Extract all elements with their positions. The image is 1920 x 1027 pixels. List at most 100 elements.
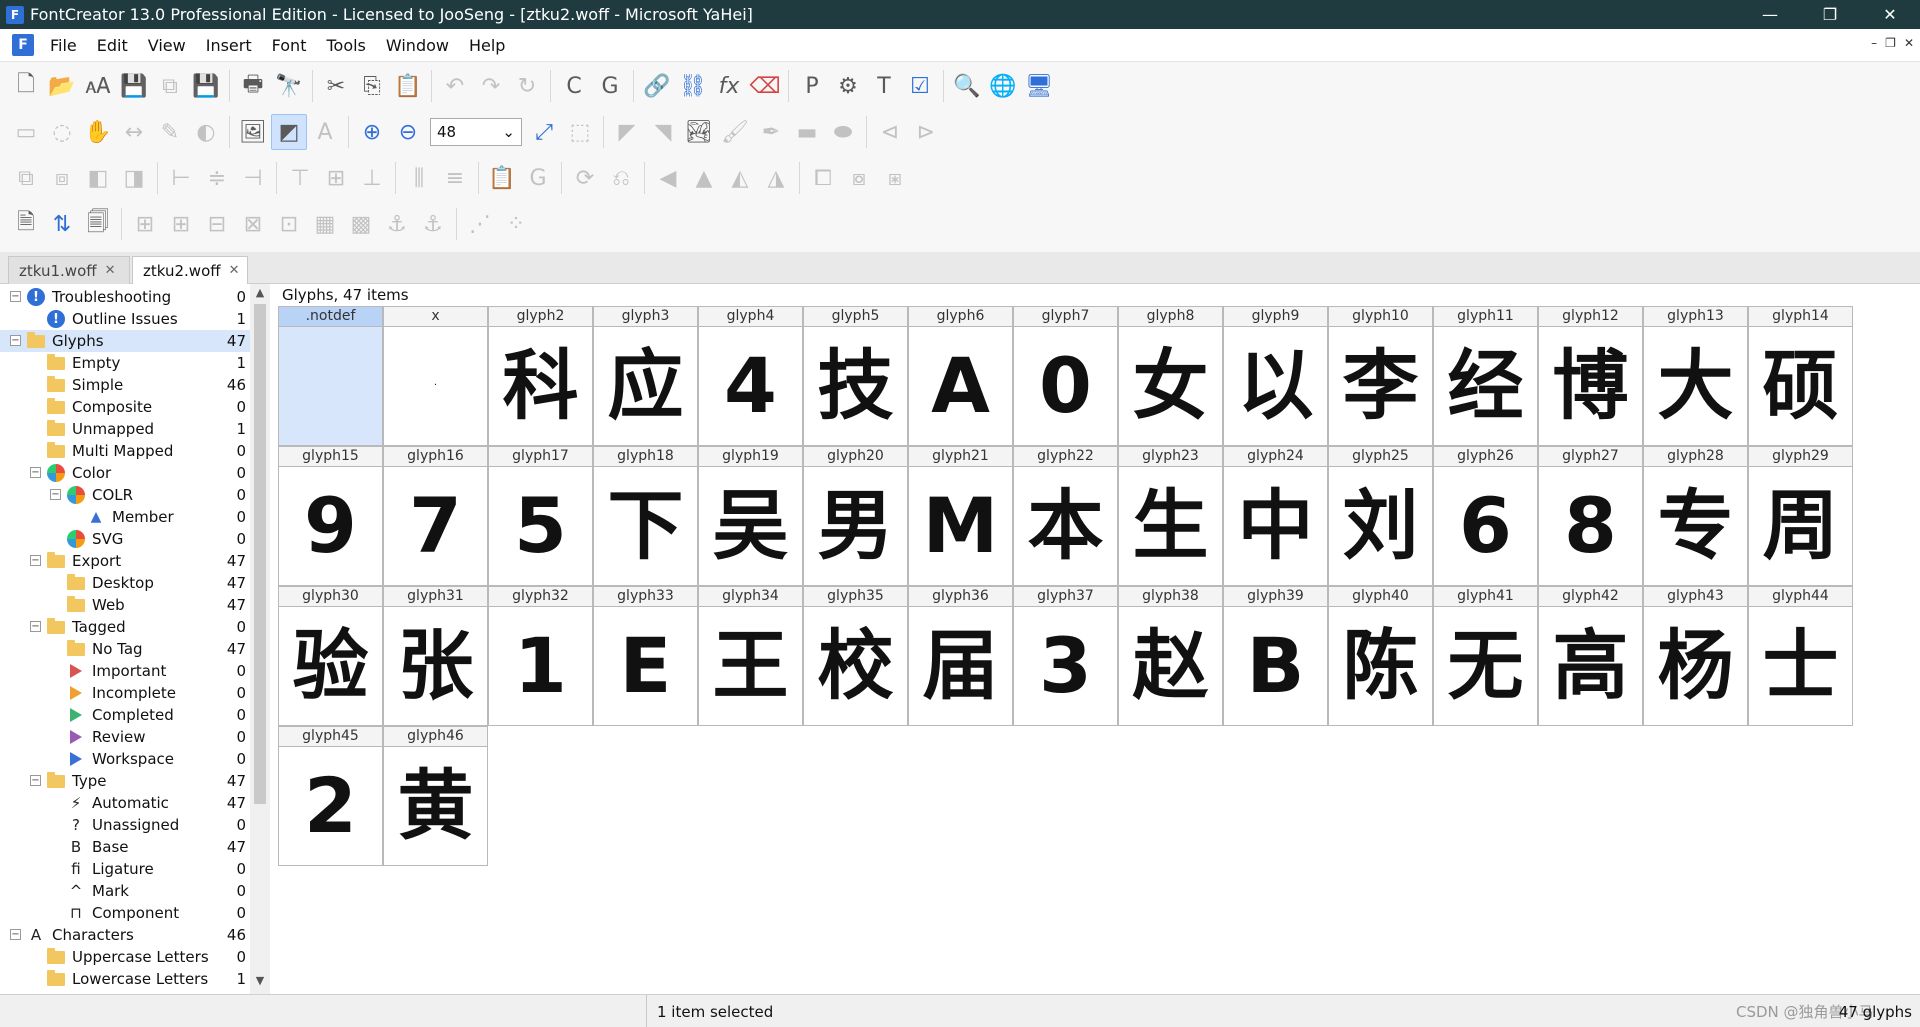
eraser-icon[interactable]: ⌫ <box>747 68 783 104</box>
intersect-icon[interactable]: ⧇ <box>841 160 877 196</box>
table-lock-icon[interactable]: ⊡ <box>271 206 307 242</box>
glyph-cell[interactable]: glyph43 杨 <box>1643 586 1748 726</box>
glyph-cell[interactable]: glyph9 以 <box>1223 306 1328 446</box>
restore-button[interactable]: ❐ <box>1800 0 1860 29</box>
glyph-cell[interactable]: glyph3 应 <box>593 306 698 446</box>
tree-item[interactable]: ^ Mark 0 <box>0 880 250 902</box>
tree-item[interactable]: Incomplete 0 <box>0 682 250 704</box>
close-button[interactable]: ✕ <box>1860 0 1920 29</box>
align-left-icon[interactable]: ⊢ <box>163 160 199 196</box>
new-font-icon[interactable]: 🗋 <box>8 68 44 104</box>
zoom-select[interactable]: 48 ⌄ <box>430 118 522 146</box>
insert-glyphs-icon[interactable]: G <box>592 68 628 104</box>
glyph-cell[interactable]: glyph15 9 <box>278 446 383 586</box>
tree-item[interactable]: Web 47 <box>0 594 250 616</box>
settings-icon[interactable]: ⚙ <box>830 68 866 104</box>
glyph-cell[interactable]: glyph44 士 <box>1748 586 1853 726</box>
table-link-icon[interactable]: ⊠ <box>235 206 271 242</box>
web-preview-icon[interactable]: 🌐 <box>985 68 1021 104</box>
copy-icon[interactable]: ⎘ <box>354 68 390 104</box>
glyph-cell[interactable]: glyph6 A <box>908 306 1013 446</box>
glyph-cell[interactable]: glyph36 届 <box>908 586 1013 726</box>
grid-lock-icon[interactable]: ▩ <box>343 206 379 242</box>
corner-icon[interactable]: ◤ <box>609 114 645 150</box>
glyph-cell[interactable]: glyph26 6 <box>1433 446 1538 586</box>
glyph-cell[interactable]: glyph5 技 <box>803 306 908 446</box>
menu-window[interactable]: Window <box>376 36 459 55</box>
glyph-cell[interactable]: glyph20 男 <box>803 446 908 586</box>
tree-item[interactable]: fi Ligature 0 <box>0 858 250 880</box>
undo-icon[interactable]: ↶ <box>437 68 473 104</box>
repeat-icon[interactable]: ↻ <box>509 68 545 104</box>
table-col-icon[interactable]: ⊟ <box>199 206 235 242</box>
distribute-h-icon[interactable]: ⫼ <box>401 160 437 196</box>
glyph-cell[interactable]: glyph27 8 <box>1538 446 1643 586</box>
align-center-icon[interactable]: ≑ <box>199 160 235 196</box>
print-icon[interactable]: 🖶 <box>235 68 271 104</box>
tree-item[interactable]: ? Unassigned 0 <box>0 814 250 836</box>
tree-item[interactable]: −! Troubleshooting 0 <box>0 286 250 308</box>
union-icon[interactable]: ⧠ <box>805 160 841 196</box>
glyph-cell[interactable]: glyph22 本 <box>1013 446 1118 586</box>
glyph-cell[interactable]: glyph41 无 <box>1433 586 1538 726</box>
save-icon[interactable]: 💾 <box>116 68 152 104</box>
scroll-thumb[interactable] <box>254 304 266 804</box>
glyph-cell[interactable]: glyph38 赵 <box>1118 586 1223 726</box>
minimize-button[interactable]: — <box>1740 0 1800 29</box>
glyph-cell[interactable]: glyph16 7 <box>383 446 488 586</box>
brush-icon[interactable]: 🖌 <box>717 114 753 150</box>
find-icon[interactable]: 🔭 <box>271 68 307 104</box>
pen-icon[interactable]: ✒ <box>753 114 789 150</box>
fit-icon[interactable]: ⤢ <box>526 114 562 150</box>
tree-item[interactable]: Completed 0 <box>0 704 250 726</box>
measure-icon[interactable]: ↔ <box>116 114 152 150</box>
tree-item[interactable]: ⊓ Component 0 <box>0 902 250 924</box>
points-icon[interactable]: ⁘ <box>498 206 534 242</box>
rotate-icon[interactable]: ⟳ <box>567 160 603 196</box>
open-icon[interactable]: 📂 <box>44 68 80 104</box>
tree-item[interactable]: − Export 47 <box>0 550 250 572</box>
glyph-cell[interactable]: glyph8 女 <box>1118 306 1223 446</box>
menu-font[interactable]: Font <box>262 36 317 55</box>
tree-item[interactable]: Empty 1 <box>0 352 250 374</box>
tree-item[interactable]: Workspace 0 <box>0 748 250 770</box>
tree-scrollbar[interactable]: ▲ ▼ <box>250 284 270 994</box>
menu-view[interactable]: View <box>138 36 196 55</box>
image-icon[interactable]: 🏞 <box>681 114 717 150</box>
glyph-cell[interactable]: glyph33 E <box>593 586 698 726</box>
glyph-ref-icon[interactable]: G <box>520 160 556 196</box>
tree-item[interactable]: − A Characters 46 <box>0 924 250 946</box>
anchor-lock-icon[interactable]: ⚓ <box>415 206 451 242</box>
open-installed-icon[interactable]: 🗚 <box>80 68 116 104</box>
scroll-up-icon[interactable]: ▲ <box>250 286 270 304</box>
tree-item[interactable]: Composite 0 <box>0 396 250 418</box>
close-icon[interactable]: ✕ <box>105 263 116 278</box>
tree-item[interactable]: − COLR 0 <box>0 484 250 506</box>
pencil-icon[interactable]: ✎ <box>152 114 188 150</box>
glyph-cell[interactable]: glyph12 博 <box>1538 306 1643 446</box>
hand-icon[interactable]: ✋ <box>80 114 116 150</box>
redo-icon[interactable]: ↷ <box>473 68 509 104</box>
collapse-icon[interactable]: − <box>30 555 41 566</box>
clipboard-icon[interactable]: 📋 <box>484 160 520 196</box>
save-as-icon[interactable]: 💾 <box>188 68 224 104</box>
glyph-cell[interactable]: glyph19 吴 <box>698 446 803 586</box>
menu-help[interactable]: Help <box>459 36 515 55</box>
next-icon[interactable]: ⊳ <box>908 114 944 150</box>
background-image-icon[interactable]: 🖼 <box>235 114 271 150</box>
shading-icon[interactable]: ◩ <box>271 114 307 150</box>
tree-item[interactable]: Desktop 47 <box>0 572 250 594</box>
text-tool-icon[interactable]: A <box>307 114 343 150</box>
collapse-icon[interactable]: − <box>10 335 21 346</box>
transform-icon[interactable]: ⎌ <box>603 160 639 196</box>
tree-item[interactable]: No Tag 47 <box>0 638 250 660</box>
glyph-cell[interactable]: glyph25 刘 <box>1328 446 1433 586</box>
text-icon[interactable]: T <box>866 68 902 104</box>
tree-item[interactable]: − Glyphs 47 <box>0 330 250 352</box>
align-bottom-icon[interactable]: ⊥ <box>354 160 390 196</box>
page-view-icon[interactable]: 🗐 <box>80 206 116 242</box>
skew-icon[interactable]: ◭ <box>722 160 758 196</box>
align-right-icon[interactable]: ⊣ <box>235 160 271 196</box>
tab-ztku1[interactable]: ztku1.woff ✕ <box>8 256 130 284</box>
collapse-icon[interactable]: − <box>10 291 21 302</box>
